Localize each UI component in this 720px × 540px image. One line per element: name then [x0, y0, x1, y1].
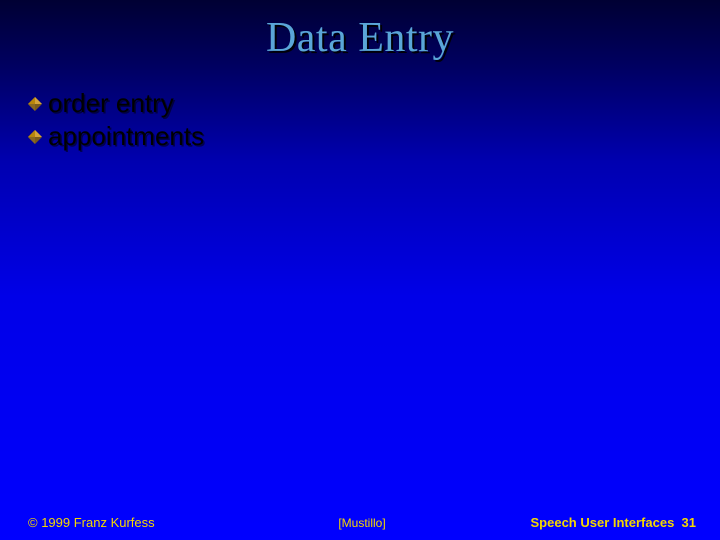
- bullet-item: appointments: [28, 121, 692, 152]
- slide-body: order entry appointments: [28, 88, 692, 154]
- footer-page-number: 31: [682, 515, 696, 530]
- bullet-text: order entry: [48, 88, 174, 119]
- slide: Data Entry order entry: [0, 0, 720, 540]
- footer-copyright: © 1999 Franz Kurfess: [28, 515, 155, 530]
- bullet-text: appointments: [48, 121, 204, 152]
- slide-footer: © 1999 Franz Kurfess [Mustillo] Speech U…: [28, 515, 696, 530]
- footer-citation: [Mustillo]: [338, 516, 385, 530]
- bullet-item: order entry: [28, 88, 692, 119]
- diamond-bullet-icon: [28, 130, 42, 144]
- footer-series-title: Speech User Interfaces: [531, 515, 675, 530]
- footer-series: Speech User Interfaces 31: [531, 515, 697, 530]
- slide-title: Data Entry: [0, 14, 720, 62]
- diamond-bullet-icon: [28, 97, 42, 111]
